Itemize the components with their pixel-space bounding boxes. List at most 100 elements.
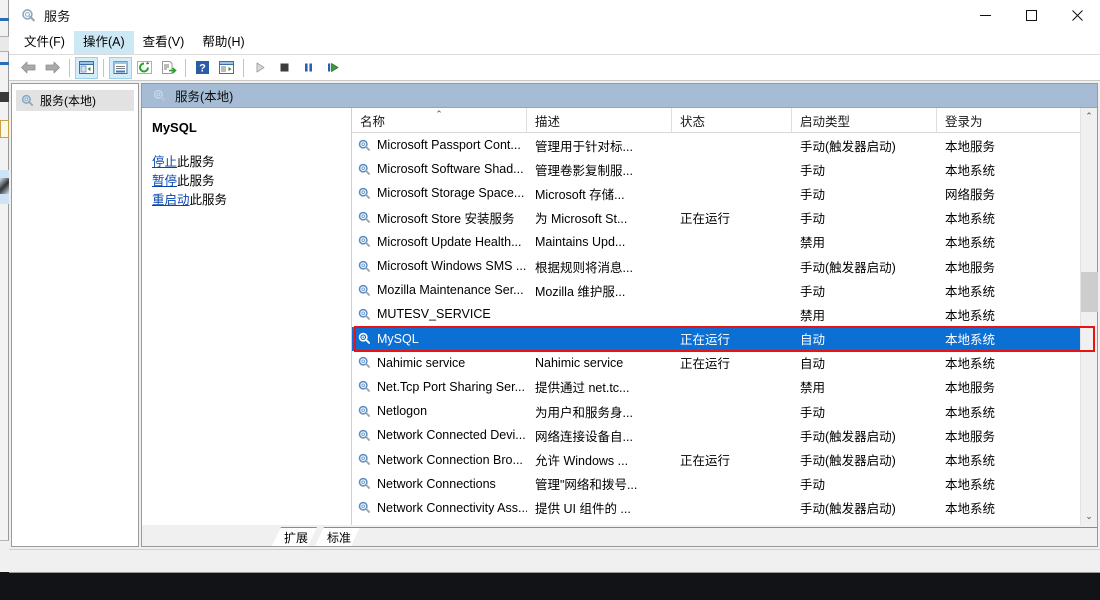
table-row[interactable]: Microsoft Update Health... Maintains Upd.…	[352, 230, 1097, 254]
cell-name: Nahimic service	[352, 355, 527, 370]
column-log-on-as[interactable]: 登录为	[937, 108, 1097, 132]
cell-startup-type: 手动	[800, 478, 826, 493]
column-description-label: 描述	[535, 114, 561, 129]
back-arrow-icon[interactable]	[17, 57, 40, 79]
scroll-up-button[interactable]: ⌃	[1081, 108, 1098, 125]
service-name-text: Network Connectivity Ass...	[377, 500, 527, 515]
properties-icon[interactable]	[109, 56, 132, 79]
show-hide-console-tree-icon[interactable]	[75, 56, 98, 79]
cell-name: MySQL	[352, 331, 527, 346]
title-bar[interactable]: 服务	[9, 0, 1100, 31]
maximize-button[interactable]	[1008, 0, 1054, 31]
column-description[interactable]: 描述	[527, 108, 672, 132]
stop-service-suffix: 此服务	[177, 155, 215, 169]
cell-description: Maintains Upd...	[535, 234, 626, 249]
pause-service-icon[interactable]	[297, 57, 320, 79]
cell-name: Network Connections	[352, 476, 527, 491]
export-list-icon[interactable]	[157, 57, 180, 79]
bg-cursor-glyph	[0, 178, 9, 194]
cell-name: Microsoft Windows SMS ...	[352, 259, 527, 274]
service-gear-icon	[357, 259, 372, 274]
table-row[interactable]: Network Connections 管理"网络和拨号... 手动 本地系统	[352, 472, 1097, 496]
tree-node-label: 服务(本地)	[40, 94, 96, 108]
selected-service-name: MySQL	[152, 120, 197, 135]
services-gear-icon	[19, 7, 37, 25]
service-gear-icon	[357, 379, 372, 394]
pause-service-link[interactable]: 暂停	[152, 174, 177, 188]
cell-name: MUTESV_SERVICE	[352, 307, 527, 322]
menu-action[interactable]: 操作(A)	[73, 31, 134, 54]
table-row[interactable]: Network Connection Bro... 允许 Windows ... 正…	[352, 447, 1097, 471]
table-row[interactable]: Microsoft Store 安装服务 为 Microsoft St... 正在运…	[352, 206, 1097, 230]
service-name-text: Microsoft Passport Cont...	[377, 138, 521, 153]
table-row[interactable]: Microsoft Windows SMS ... 根据规则将消息... 手动(触发…	[352, 254, 1097, 278]
table-row[interactable]: Nahimic service Nahimic service 正在运行 自动 本地系统	[352, 351, 1097, 375]
table-row[interactable]: Net.Tcp Port Sharing Ser... 提供通过 net.tc..…	[352, 375, 1097, 399]
table-row[interactable]: Mozilla Maintenance Ser... Mozilla 维护服...…	[352, 278, 1097, 302]
scroll-down-button[interactable]: ⌄	[1081, 508, 1098, 525]
svg-text:?: ?	[199, 63, 206, 75]
stop-service-link[interactable]: 停止	[152, 155, 177, 169]
results-pane: 服务(本地) MySQL 停止此服务 暂停此服务 重启动此服务 名称 ⌃ 描述 …	[141, 83, 1098, 547]
table-row[interactable]: Network Connected Devi... 网络连接设备自... 手动(触发…	[352, 423, 1097, 447]
scrollbar-track[interactable]	[1080, 125, 1098, 508]
service-gear-icon	[357, 138, 372, 153]
stop-service-action[interactable]: 停止此服务	[150, 153, 351, 172]
cell-startup-type: 禁用	[800, 308, 826, 323]
pause-service-action[interactable]: 暂停此服务	[150, 172, 351, 191]
pause-service-suffix: 此服务	[177, 174, 215, 188]
cell-name: Network Connected Devi...	[352, 428, 527, 443]
cell-description: Nahimic service	[535, 355, 624, 370]
cell-name: Net.Tcp Port Sharing Ser...	[352, 379, 527, 394]
restart-service-action[interactable]: 重启动此服务	[150, 191, 351, 210]
cell-description: 提供通过 net.tc...	[535, 381, 630, 396]
service-gear-icon	[357, 476, 372, 491]
cell-startup-type: 手动(触发器启动)	[800, 260, 896, 275]
cell-description: 允许 Windows ...	[535, 454, 629, 469]
menu-file[interactable]: 文件(F)	[15, 31, 74, 54]
table-row[interactable]: Netlogon 为用户和服务身... 手动 本地系统	[352, 399, 1097, 423]
table-row[interactable]: Network Connectivity Ass... 提供 UI 组件的 ...…	[352, 496, 1097, 520]
table-row[interactable]: MUTESV_SERVICE 禁用 本地系统	[352, 302, 1097, 326]
tab-extended[interactable]: 扩展	[272, 527, 317, 546]
service-gear-icon	[357, 404, 372, 419]
cell-name: Microsoft Update Health...	[352, 234, 527, 249]
forward-arrow-icon[interactable]	[41, 57, 64, 79]
cell-log-on-as: 本地服务	[945, 381, 996, 396]
menu-help[interactable]: 帮助(H)	[193, 31, 253, 54]
column-status[interactable]: 状态	[672, 108, 792, 132]
cell-startup-type: 手动	[800, 187, 826, 202]
scrollbar-thumb[interactable]	[1080, 272, 1098, 312]
help-icon[interactable]: ?	[191, 57, 214, 79]
restart-service-icon[interactable]	[321, 57, 344, 79]
table-row[interactable]: Microsoft Software Shad... 管理卷影复制服... 手动 本地…	[352, 157, 1097, 181]
bg-dark-strip	[0, 92, 9, 102]
menu-view[interactable]: 查看(V)	[134, 31, 194, 54]
minimize-button[interactable]	[962, 0, 1008, 31]
stop-service-icon[interactable]	[273, 57, 296, 79]
window-body: 服务(本地) 服务(本地) MySQL 停止此服务 暂停此服务 重启动此服务 名…	[9, 81, 1100, 549]
cell-startup-type: 手动	[800, 212, 826, 227]
refresh-icon[interactable]	[133, 57, 156, 79]
table-row[interactable]: Microsoft Passport Cont... 管理用于针对标... 手动(触…	[352, 133, 1097, 157]
cell-description: 为 Microsoft St...	[535, 212, 628, 227]
cell-status: 正在运行	[680, 357, 731, 372]
taskbar[interactable]	[0, 572, 1100, 600]
show-action-pane-icon[interactable]	[215, 57, 238, 79]
background-window-left-edge	[0, 0, 9, 573]
vertical-scrollbar[interactable]: ⌃ ⌄	[1080, 108, 1098, 525]
table-row-selected[interactable]: MySQL 正在运行 自动 本地系统	[352, 326, 1097, 351]
service-gear-icon	[357, 500, 372, 515]
tab-standard[interactable]: 标准	[315, 527, 360, 546]
tree-node-services-local[interactable]: 服务(本地)	[16, 90, 134, 111]
restart-service-link[interactable]: 重启动	[152, 193, 190, 207]
cell-description: Microsoft 存储...	[535, 187, 625, 202]
column-startup-type[interactable]: 启动类型	[792, 108, 937, 132]
tab-extended-label: 扩展	[284, 530, 309, 545]
table-row[interactable]: Microsoft Storage Space... Microsoft 存储..…	[352, 181, 1097, 205]
start-service-icon[interactable]	[249, 57, 272, 79]
cell-name: Microsoft Store 安装服务	[352, 208, 527, 227]
close-button[interactable]	[1054, 0, 1100, 31]
column-name[interactable]: 名称 ⌃	[352, 108, 527, 132]
services-list-view: 名称 ⌃ 描述 状态 启动类型 登录为 Microsoft Passport Cont..…	[352, 108, 1098, 525]
